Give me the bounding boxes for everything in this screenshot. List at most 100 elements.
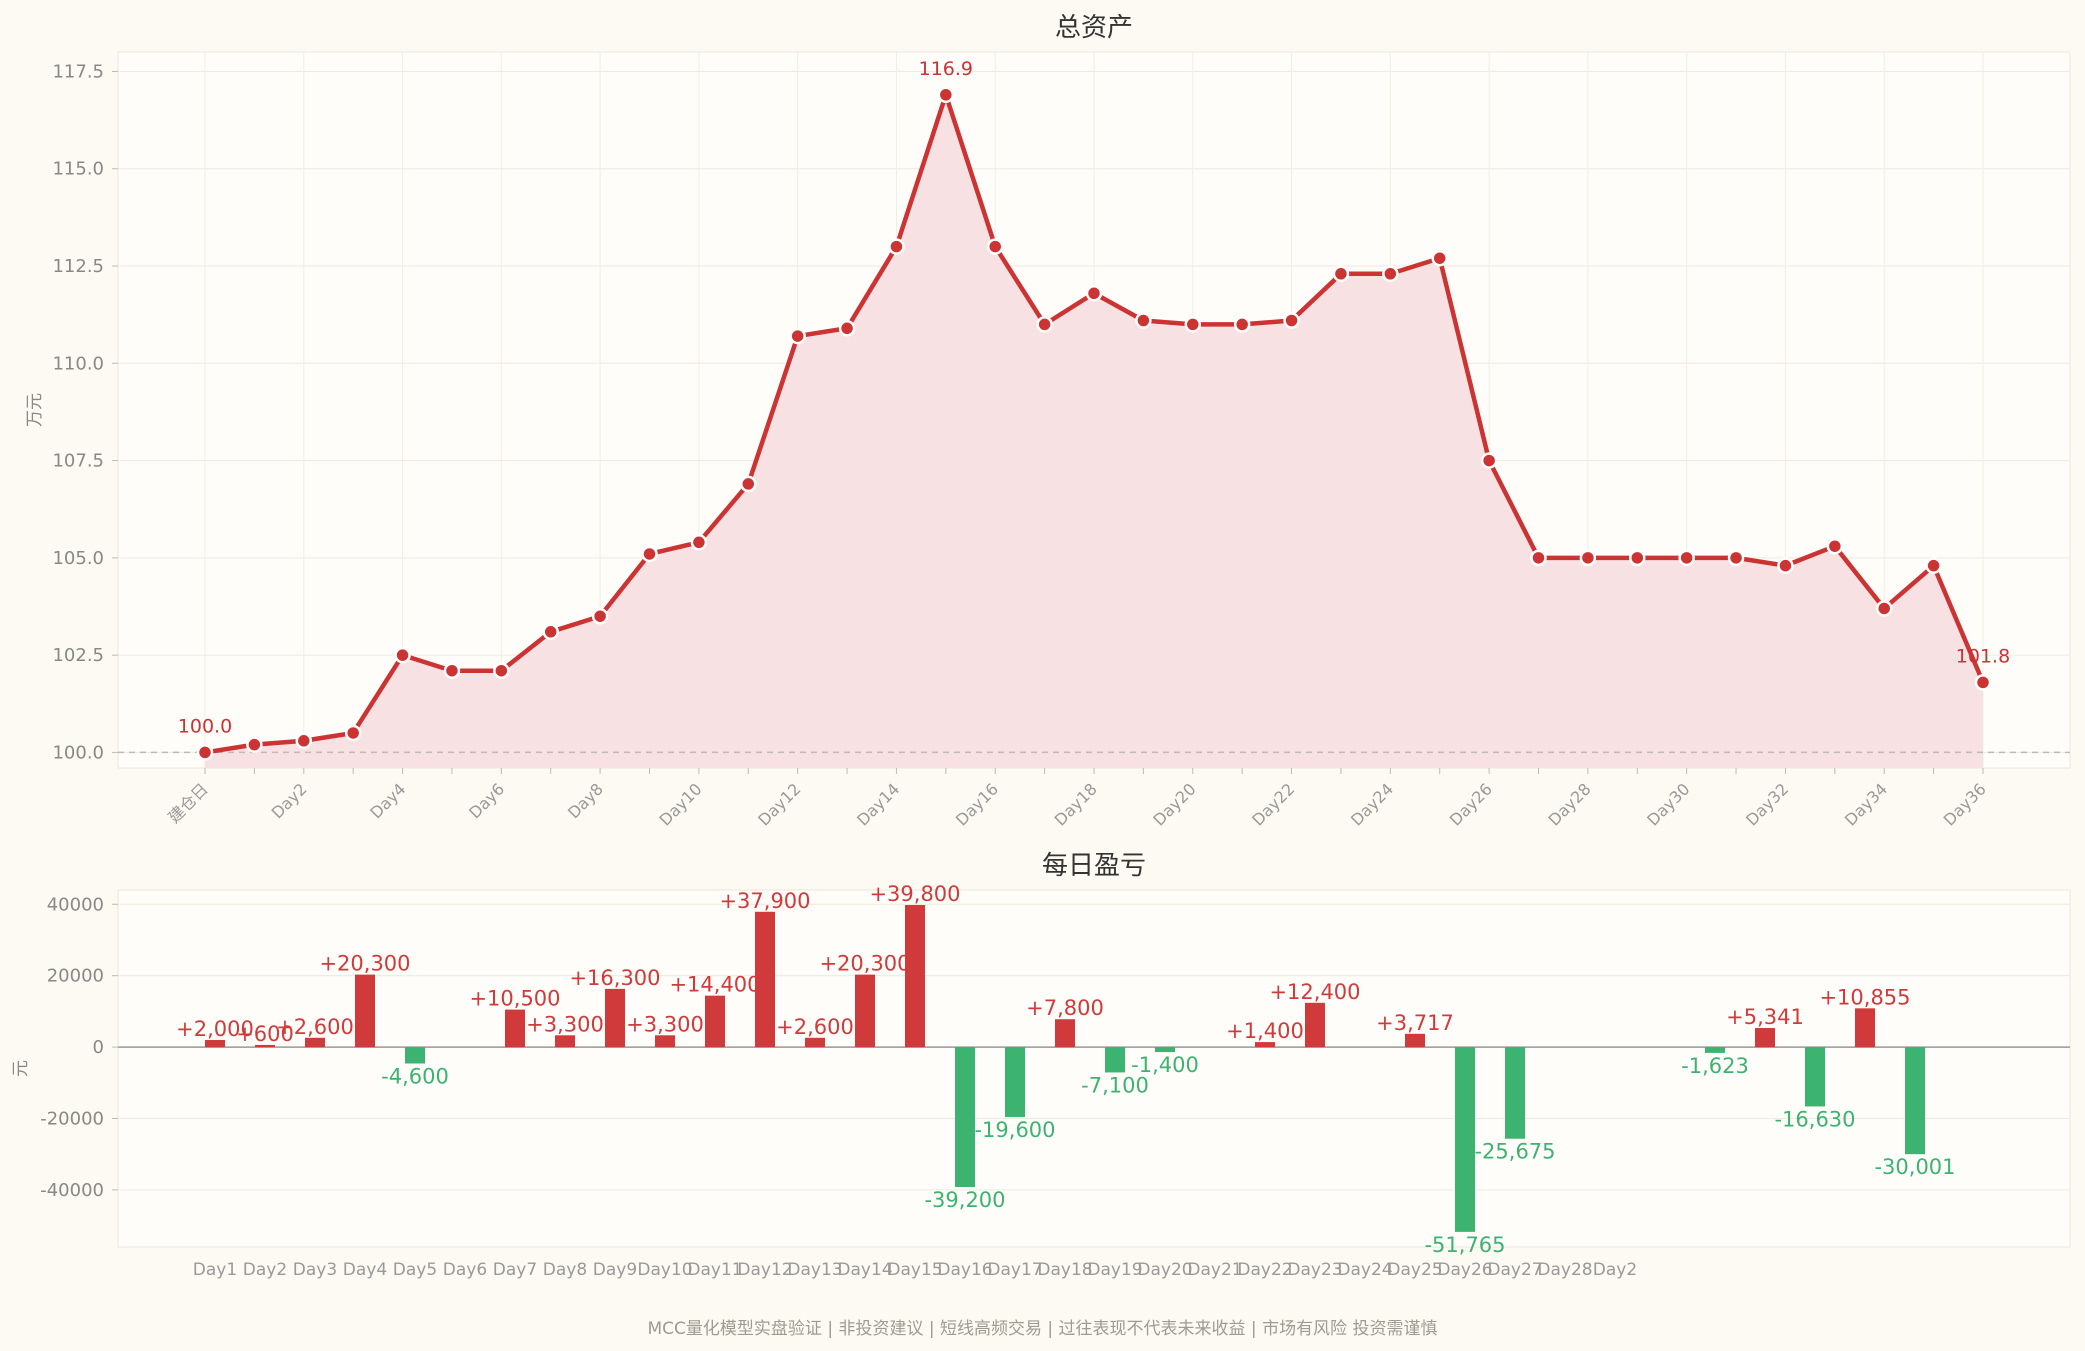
pnl-x-tick-label: Day8 [543,1260,587,1280]
pnl-bar [605,988,625,1048]
pnl-x-tick-label: Day23 [1287,1260,1342,1280]
asset-y-axis-label: 万元 [25,393,45,427]
asset-x-tick-label: Day36 [1940,779,1990,829]
asset-x-tick-label: Day16 [952,779,1002,829]
pnl-value-label: -25,675 [1474,1140,1555,1164]
pnl-bar [1305,1002,1325,1048]
pnl-y-tick-label: -40000 [40,1180,104,1201]
pnl-bar [1455,1047,1475,1232]
pnl-y-tick-label: 0 [93,1037,104,1058]
asset-x-tick-label: 建仓日 [164,779,211,826]
pnl-value-label: +39,800 [869,882,960,906]
pnl-bar [555,1035,575,1048]
asset-data-point [1036,316,1053,333]
asset-y-tick-label: 107.5 [52,451,104,472]
asset-x-tick-label: Day10 [656,779,706,829]
pnl-bar [1705,1047,1725,1053]
asset-data-point [1480,452,1498,469]
pnl-x-tick-label: Day1 [193,1260,237,1280]
pnl-bar [805,1037,825,1048]
pnl-x-tick-label: Day5 [393,1260,437,1280]
asset-data-point [246,736,263,753]
asset-data-point [344,724,362,742]
pnl-x-tick-label: Day11 [687,1260,742,1280]
asset-x-tick-label: Day28 [1545,779,1595,829]
pnl-bar [1005,1047,1025,1118]
asset-data-point [295,732,313,750]
pnl-value-label: +3,300 [626,1012,704,1036]
pnl-bar [855,974,875,1048]
pnl-x-tick-label: Day7 [493,1260,537,1280]
pnl-bar [705,995,725,1048]
pnl-value-label: -1,623 [1681,1054,1749,1078]
pnl-bar [905,904,925,1048]
asset-x-tick-label: Day14 [853,779,903,829]
asset-data-point [1777,557,1794,574]
pnl-x-tick-label: Day21 [1187,1260,1242,1280]
asset-data-point [740,475,757,493]
asset-data-point [690,534,708,551]
pnl-y-tick-label: -20000 [40,1108,104,1129]
pnl-x-tick-label: Day12 [737,1260,792,1280]
pnl-bar [955,1047,975,1188]
pnl-value-label: -51,765 [1424,1233,1505,1257]
pnl-x-tick-label: Day27 [1487,1260,1542,1280]
asset-data-point [1382,265,1399,283]
asset-x-tick-label: Day34 [1841,779,1891,829]
pnl-x-tick-label: Day15 [887,1260,942,1280]
asset-data-point [1530,549,1547,567]
pnl-bar [1855,1008,1875,1048]
pnl-value-label: +2,600 [276,1015,354,1039]
asset-data-point [1826,537,1844,555]
asset-data-point [1233,316,1251,333]
asset-data-point [1135,312,1152,329]
asset-x-tick-label: Day18 [1051,779,1101,829]
pnl-x-tick-label: Day6 [443,1260,487,1280]
pnl-y-tick-label: 40000 [47,894,104,915]
asset-data-point [641,545,658,563]
pnl-bar [1805,1047,1825,1107]
pnl-value-label: +5,341 [1726,1005,1804,1029]
pnl-x-tick-label: Day10 [637,1260,692,1280]
asset-data-point [937,86,955,104]
pnl-x-tick-label: Day2 [1593,1260,1637,1280]
pnl-x-tick-label: Day16 [937,1260,992,1280]
asset-y-tick-label: 105.0 [52,548,104,569]
pnl-value-label: -1,400 [1131,1053,1199,1077]
dashboard: 总资产 100.0 102.5 105.0 107.5 110.0 112.5 115.0 11… [0,0,2085,1347]
disclaimer-footer: MCC量化模型实盘验证 | 非投资建议 | 短线高频交易 | 过往表现不代表未来… [647,1319,1438,1339]
pnl-value-label: -30,001 [1874,1155,1955,1179]
asset-x-tick-label: Day22 [1248,779,1298,829]
pnl-value-label: +7,800 [1026,996,1104,1020]
pnl-value-label: +12,400 [1269,980,1360,1004]
asset-x-tick-label: Day6 [465,779,508,822]
pnl-bar [405,1047,425,1064]
asset-data-point [789,327,806,345]
asset-data-point [591,607,609,625]
pnl-bar [305,1037,325,1048]
asset-data-point [1925,557,1942,574]
asset-data-point [1085,285,1103,302]
pnl-value-label: -4,600 [381,1065,449,1089]
pnl-x-tick-label: Day18 [1037,1260,1092,1280]
pnl-bar [1055,1019,1075,1048]
asset-data-point [394,646,411,664]
asset-data-point [1283,312,1300,329]
pnl-y-axis-label: 元 [11,1060,31,1077]
asset-y-tick-label: 115.0 [52,159,104,180]
pnl-x-tick-label: Day17 [987,1260,1042,1280]
pnl-bar [1405,1033,1425,1048]
pnl-x-tick-label: Day22 [1237,1260,1292,1280]
asset-value-annotation: 100.0 [178,715,232,737]
asset-data-point [986,238,1004,255]
pnl-x-tick-label: Day28 [1537,1260,1592,1280]
pnl-value-label: +20,300 [819,952,910,976]
asset-data-point [196,744,214,761]
asset-data-point [1332,265,1350,283]
pnl-bar [1755,1028,1775,1048]
pnl-value-label: +3,300 [526,1012,604,1036]
asset-data-point [838,320,856,337]
asset-x-tick-label: Day24 [1347,779,1397,829]
asset-chart-title: 总资产 [1055,13,1133,43]
asset-y-tick-label: 112.5 [52,256,104,277]
